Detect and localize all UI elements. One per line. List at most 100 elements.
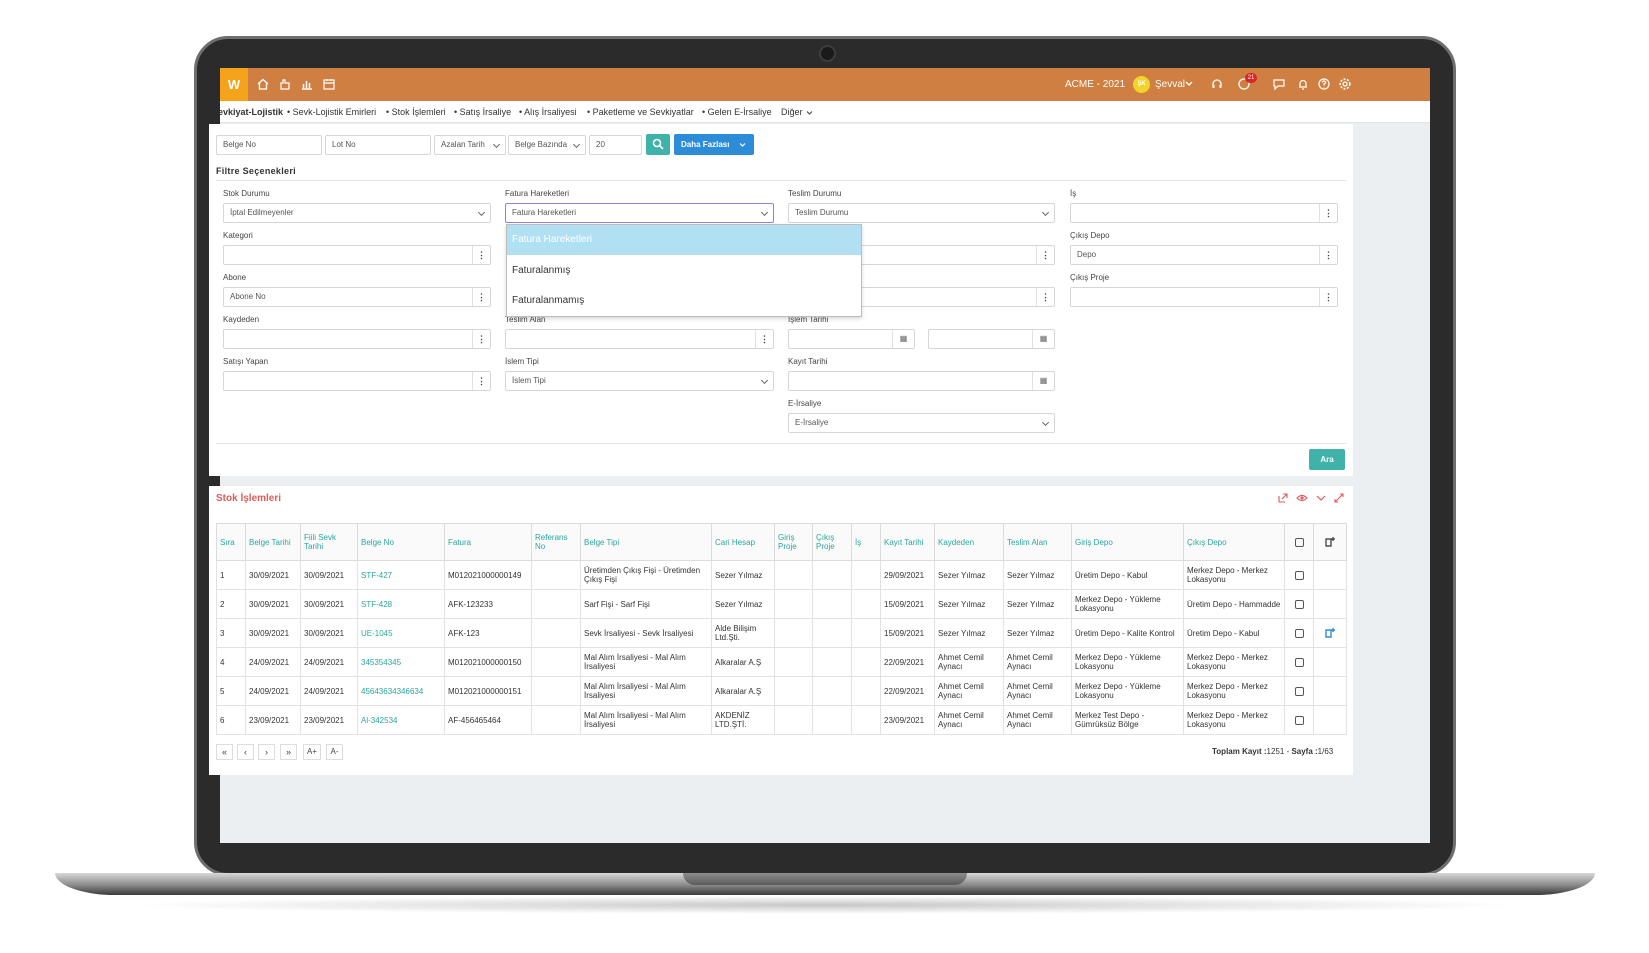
- islem-tarihi-start[interactable]: ▦: [788, 329, 915, 349]
- is-input[interactable]: ⋮: [1070, 203, 1338, 223]
- eye-icon[interactable]: [1296, 492, 1308, 504]
- user-name[interactable]: Şevval: [1155, 68, 1185, 101]
- table-cell[interactable]: STF-427: [357, 560, 445, 590]
- cikis-proje-input[interactable]: ⋮: [1070, 287, 1338, 307]
- table-row[interactable]: 3 30/09/2021 30/09/2021 UE-1045 AFK-123 Sevk …: [216, 618, 1347, 648]
- col-header[interactable]: Çıkış Proje: [812, 523, 852, 561]
- search-button[interactable]: [646, 134, 670, 155]
- col-header[interactable]: Çıkış Depo: [1183, 523, 1285, 561]
- checkbox[interactable]: [1294, 570, 1304, 580]
- dropdown-option-faturalanmis[interactable]: Faturalanmış: [507, 256, 861, 286]
- calendar-icon[interactable]: ▦: [1032, 330, 1054, 348]
- bell-icon[interactable]: [1296, 77, 1310, 91]
- more-vertical-icon[interactable]: ⋮: [1319, 246, 1337, 264]
- checkbox[interactable]: [1294, 537, 1304, 547]
- font-increase-button[interactable]: A+: [303, 744, 321, 760]
- checkbox[interactable]: [1294, 599, 1304, 609]
- col-header[interactable]: Referans No: [531, 523, 581, 561]
- table-row[interactable]: 2 30/09/2021 30/09/2021 STF-428 AFK-123233 Sa…: [216, 589, 1347, 619]
- table-cell[interactable]: 45643634346634: [357, 676, 445, 706]
- more-vertical-icon[interactable]: ⋮: [1319, 288, 1337, 306]
- satisi-yapan-input[interactable]: ⋮: [223, 371, 491, 391]
- col-header[interactable]: Kaydeden: [934, 523, 1004, 561]
- col-header[interactable]: Giriş Proje: [774, 523, 813, 561]
- abone-input[interactable]: Abone No ⋮: [223, 287, 491, 307]
- einvoice-header-icon[interactable]: [1313, 523, 1347, 561]
- cikis-depo-input[interactable]: Depo ⋮: [1070, 245, 1338, 265]
- nav-satis-irsaliye[interactable]: • Satış İrsaliye: [454, 107, 511, 117]
- kayit-tarihi-input[interactable]: ▦: [788, 371, 1055, 391]
- checkbox[interactable]: [1294, 628, 1304, 638]
- col-header[interactable]: Teslim Alan: [1003, 523, 1072, 561]
- col-header[interactable]: Fatura: [444, 523, 532, 561]
- more-vertical-icon[interactable]: ⋮: [1036, 288, 1054, 306]
- table-cell[interactable]: 345354345: [357, 647, 445, 677]
- hand-icon[interactable]: [278, 77, 292, 91]
- col-header[interactable]: İş: [851, 523, 881, 561]
- col-header[interactable]: Cari Hesap: [711, 523, 775, 561]
- table-row[interactable]: 6 23/09/2021 23/09/2021 Al-342534 AF-4564654…: [216, 705, 1347, 735]
- checkbox[interactable]: [1294, 686, 1304, 696]
- table-cell[interactable]: STF-428: [357, 589, 445, 619]
- lot-no-input[interactable]: Lot No: [325, 135, 431, 155]
- nav-more[interactable]: Diğer: [781, 107, 803, 117]
- more-vertical-icon[interactable]: ⋮: [472, 246, 490, 264]
- col-header[interactable]: Giriş Depo: [1071, 523, 1184, 561]
- calendar-icon[interactable]: ▦: [1032, 372, 1054, 390]
- prev-page-button[interactable]: ‹: [237, 744, 254, 760]
- chevron-down-icon[interactable]: [1315, 493, 1327, 503]
- chart-icon[interactable]: [300, 77, 314, 91]
- nav-stok-islemleri[interactable]: • Stok İşlemleri: [386, 107, 446, 117]
- app-logo[interactable]: W: [220, 68, 248, 101]
- col-header[interactable]: Sıra: [216, 523, 246, 561]
- next-page-button[interactable]: ›: [258, 744, 275, 760]
- dropdown-option-fatura-hareketleri[interactable]: Fatura Hareketleri: [507, 225, 861, 255]
- col-header[interactable]: Belge Tarihi: [245, 523, 301, 561]
- group-select[interactable]: Belge Bazında: [508, 135, 586, 155]
- more-vertical-icon[interactable]: ⋮: [472, 372, 490, 390]
- first-page-button[interactable]: «: [216, 744, 233, 760]
- chevron-down-icon[interactable]: [806, 110, 813, 116]
- page-size-input[interactable]: 20: [589, 135, 642, 155]
- kategori-input[interactable]: ⋮: [223, 245, 491, 265]
- expand-icon[interactable]: [1333, 492, 1345, 504]
- ara-button[interactable]: Ara: [1309, 449, 1345, 470]
- calendar-icon[interactable]: ▦: [892, 330, 914, 348]
- checkbox[interactable]: [1294, 657, 1304, 667]
- font-decrease-button[interactable]: A-: [326, 744, 343, 760]
- table-row[interactable]: 4 24/09/2021 24/09/2021 345354345 M012021000…: [216, 647, 1347, 677]
- col-header[interactable]: Kayıt Tarihi: [880, 523, 935, 561]
- more-vertical-icon[interactable]: ⋮: [1036, 246, 1054, 264]
- belge-no-input[interactable]: Belge No: [216, 135, 322, 155]
- home-icon[interactable]: [256, 77, 270, 91]
- eirsaliye-select[interactable]: E-İrsaliye: [788, 413, 1055, 433]
- company-name[interactable]: ACME - 2021: [1065, 68, 1125, 101]
- islem-tipi-select[interactable]: İslem Tipi: [505, 371, 774, 391]
- fatura-hareketleri-select[interactable]: Fatura Hareketleri: [505, 203, 774, 223]
- teslim-alan-input[interactable]: ⋮: [505, 329, 774, 349]
- e-document-icon[interactable]: [1324, 627, 1336, 638]
- checkbox[interactable]: [1294, 715, 1304, 725]
- islem-tarihi-end[interactable]: ▦: [928, 329, 1055, 349]
- last-page-button[interactable]: »: [280, 744, 297, 760]
- select-all-checkbox[interactable]: [1284, 523, 1314, 561]
- nav-paketleme[interactable]: • Paketleme ve Sevkiyatlar: [587, 107, 694, 117]
- avatar[interactable]: ŞK: [1133, 76, 1150, 93]
- calendar-icon[interactable]: [322, 77, 336, 91]
- nav-gelen-eirsaliye[interactable]: • Gelen E-İrsaliye: [702, 107, 772, 117]
- table-row[interactable]: 5 24/09/2021 24/09/2021 45643634346634 M0120…: [216, 676, 1347, 706]
- stok-durumu-select[interactable]: İptal Edilmeyenler: [223, 203, 491, 223]
- col-header[interactable]: Belge No: [357, 523, 445, 561]
- gear-icon[interactable]: [1338, 77, 1352, 91]
- headset-icon[interactable]: [1210, 77, 1224, 91]
- more-vertical-icon[interactable]: ⋮: [755, 330, 773, 348]
- col-header[interactable]: Belge Tipi: [580, 523, 712, 561]
- sort-select[interactable]: Azalan Tarih: [434, 135, 506, 155]
- kaydeden-input[interactable]: ⋮: [223, 329, 491, 349]
- table-row[interactable]: 1 30/09/2021 30/09/2021 STF-427 M01202100000…: [216, 560, 1347, 590]
- table-cell[interactable]: UE-1045: [357, 618, 445, 648]
- nav-active-module[interactable]: Sevkiyat-Lojistik: [220, 107, 283, 117]
- nav-alis-irsaliyesi[interactable]: • Alış İrsaliyesi: [519, 107, 577, 117]
- more-vertical-icon[interactable]: ⋮: [1319, 204, 1337, 222]
- more-options-button[interactable]: Daha Fazlası: [674, 134, 754, 155]
